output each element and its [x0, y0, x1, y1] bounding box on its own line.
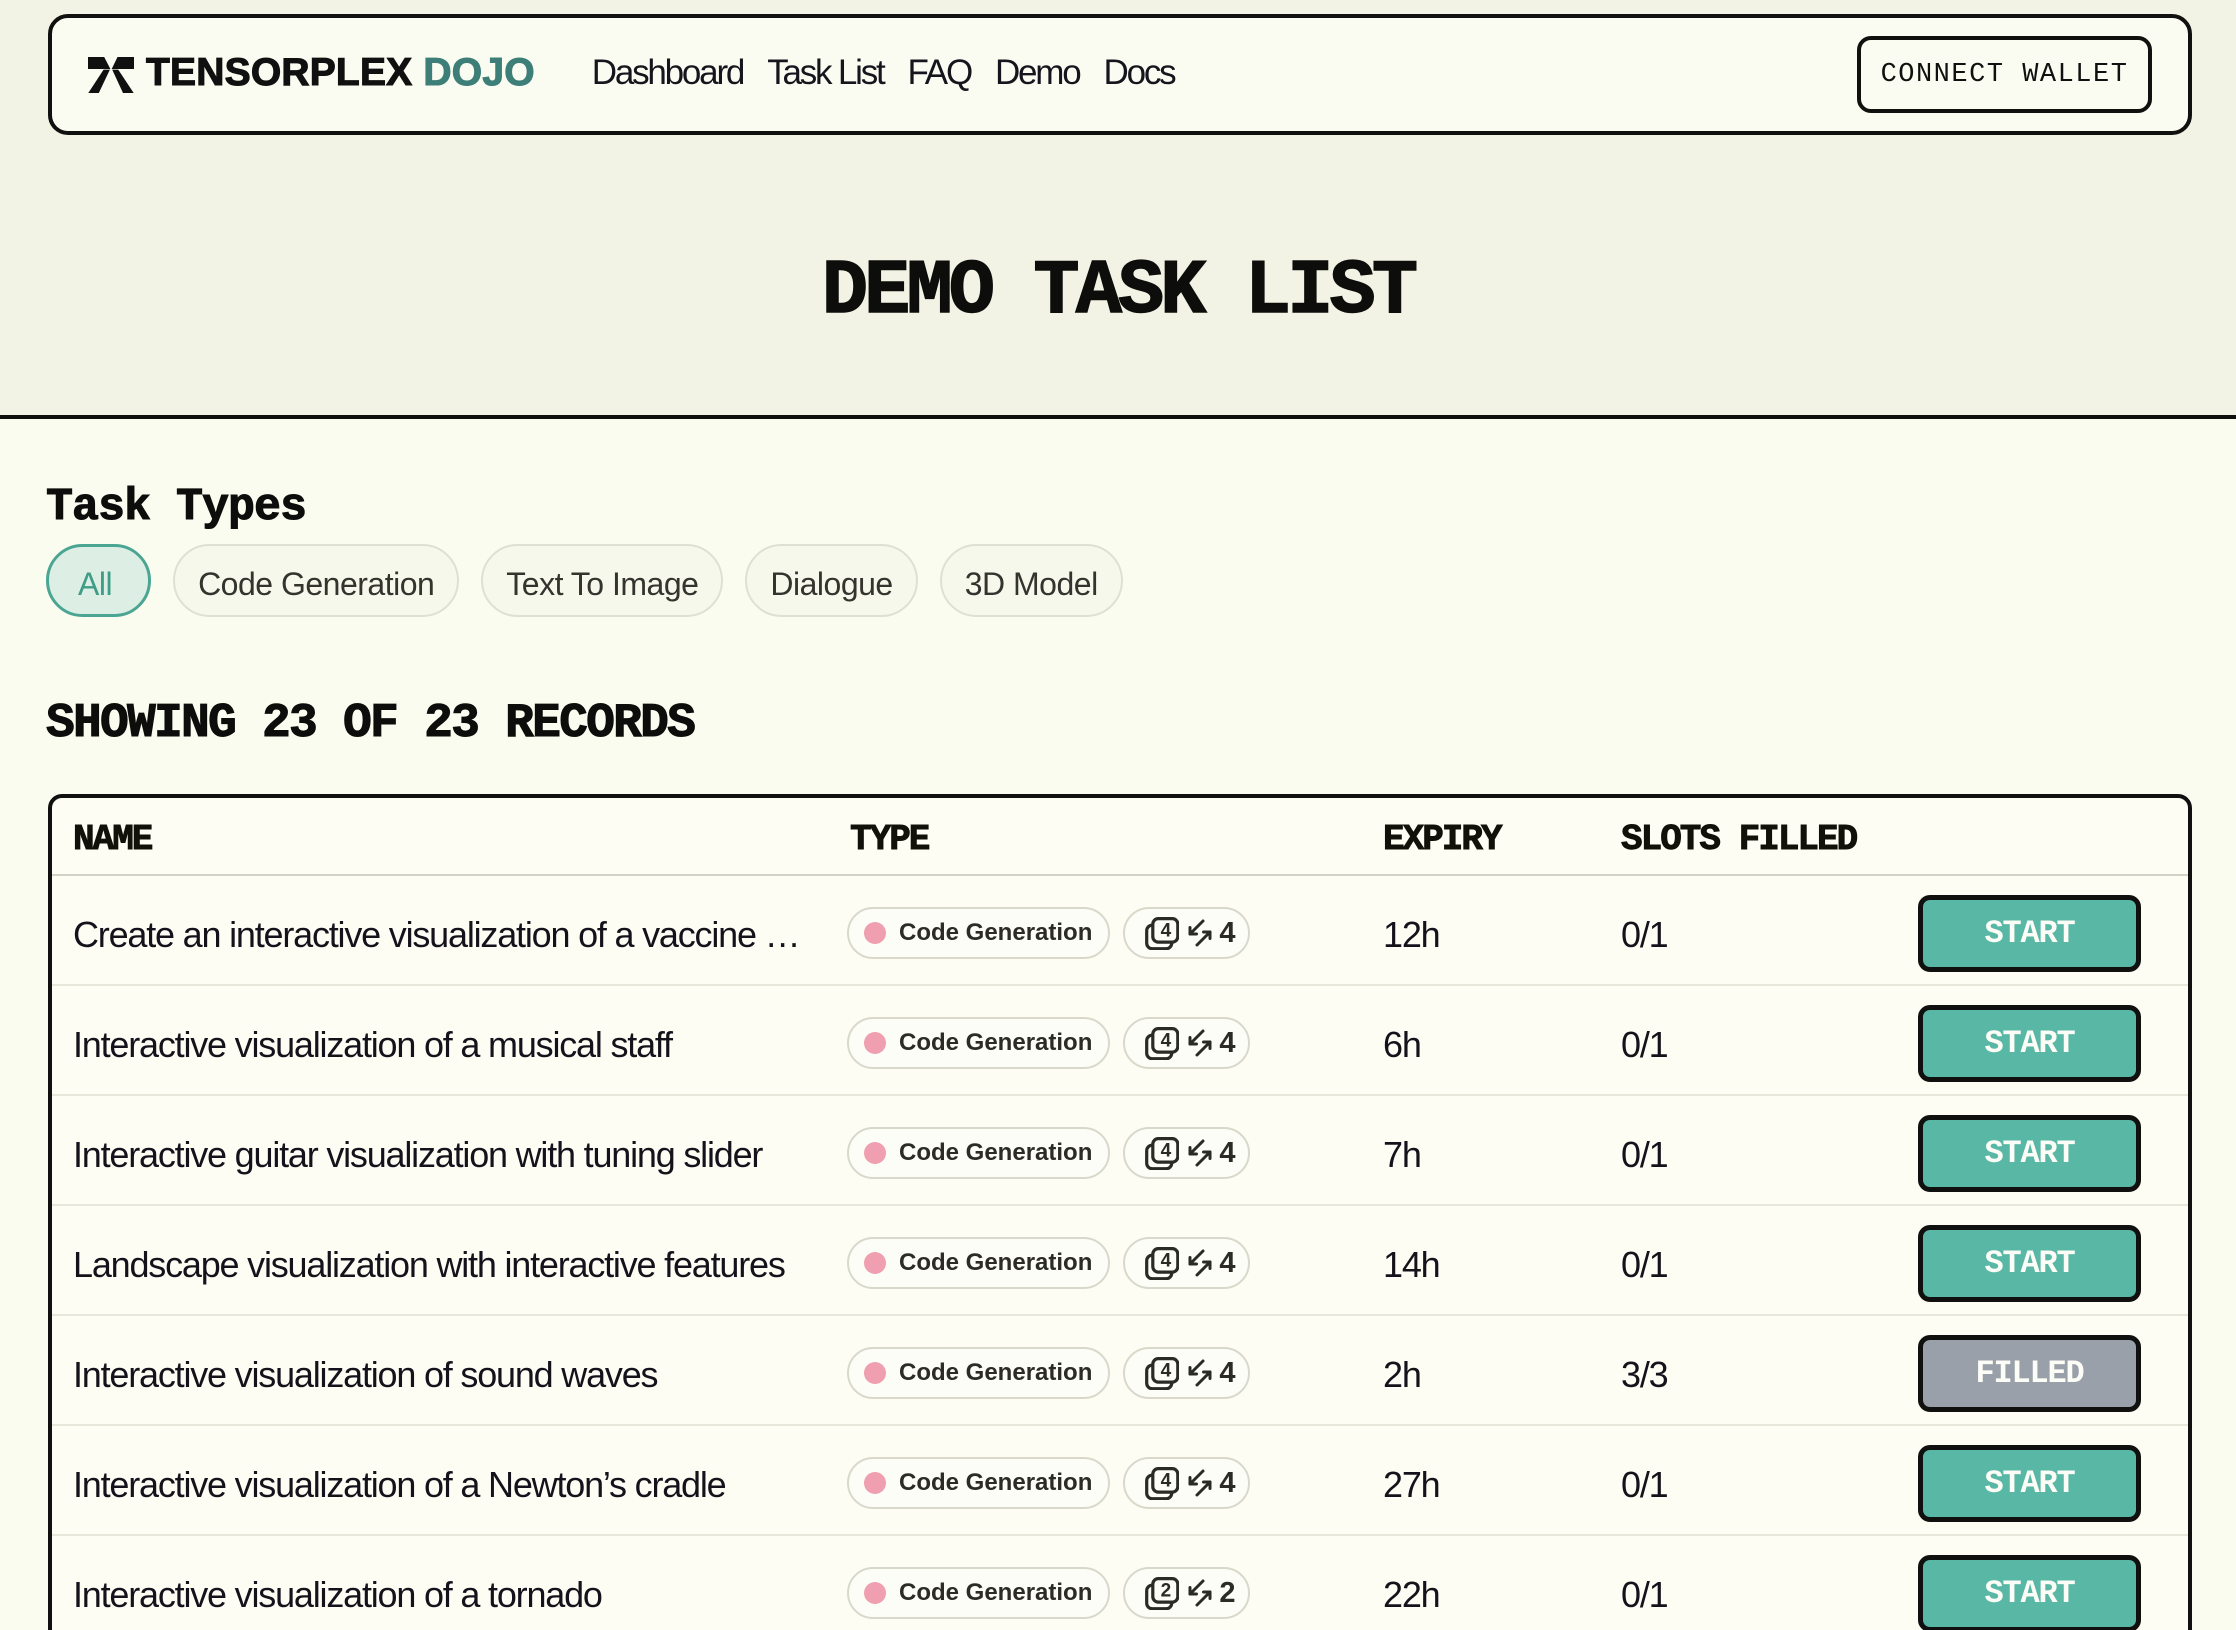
svg-text:4: 4: [1161, 920, 1172, 941]
svg-text:4: 4: [1161, 1470, 1172, 1491]
svg-text:4: 4: [1161, 1360, 1172, 1381]
svg-text:4: 4: [1161, 1030, 1172, 1051]
svg-text:2: 2: [1161, 1580, 1171, 1601]
svg-text:4: 4: [1161, 1250, 1172, 1271]
svg-text:4: 4: [1161, 1140, 1172, 1161]
